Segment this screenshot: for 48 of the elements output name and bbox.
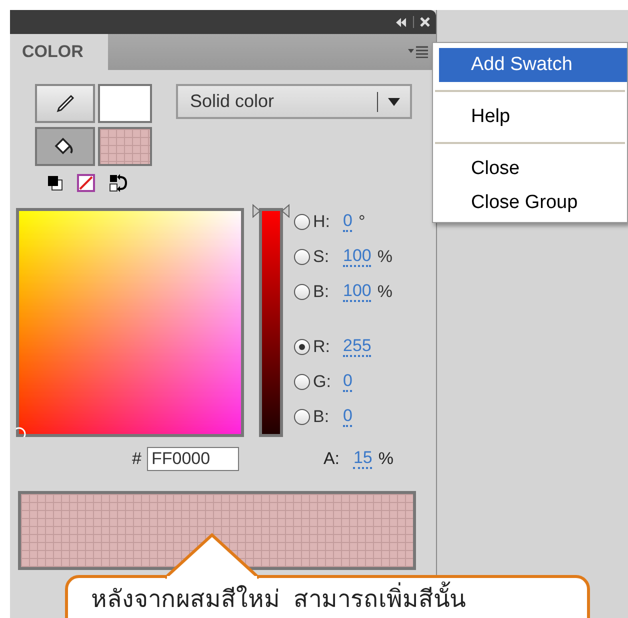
channel-label: S: xyxy=(313,246,330,268)
channel-value[interactable]: 100 xyxy=(343,282,372,302)
channel-label: R: xyxy=(313,336,331,358)
hex-input[interactable]: FF0000 xyxy=(147,447,240,471)
radio-button[interactable] xyxy=(294,214,310,230)
channel-label: G: xyxy=(313,370,332,393)
radio-button[interactable] xyxy=(294,284,310,300)
channel-value[interactable]: 0 xyxy=(343,212,352,232)
stroke-color-swatch[interactable] xyxy=(98,84,152,123)
channel-value[interactable]: 0 xyxy=(343,372,352,392)
alpha-value[interactable]: 15 xyxy=(353,449,372,469)
channel-value[interactable]: 0 xyxy=(343,406,352,426)
paint-bucket-icon xyxy=(54,136,76,156)
callout-text: หลังจากผสมสีใหม่ สามารถเพิ่มสีนั้น xyxy=(91,582,466,618)
radio-button[interactable] xyxy=(294,408,310,424)
channel-label: B: xyxy=(313,406,330,428)
channel-value[interactable]: 255 xyxy=(343,336,372,356)
alpha-label: A: xyxy=(323,448,341,470)
no-color-icon[interactable] xyxy=(77,174,95,192)
radio-button[interactable] xyxy=(294,374,310,390)
default-colors-icon[interactable] xyxy=(47,175,63,191)
panel-menu-icon[interactable] xyxy=(408,46,428,58)
unit-label: ° xyxy=(358,210,366,233)
menu-item[interactable]: Close Group xyxy=(439,186,627,220)
channel-value[interactable]: 100 xyxy=(343,246,372,266)
fill-color-swatch[interactable] xyxy=(98,127,152,166)
collapse-icon[interactable] xyxy=(395,18,407,26)
radio-button[interactable] xyxy=(294,338,310,354)
color-tab[interactable]: COLOR xyxy=(10,34,108,70)
swap-colors-icon[interactable] xyxy=(109,174,129,192)
unit-label: % xyxy=(377,246,392,268)
unit-label: % xyxy=(377,280,392,303)
channel-label: H: xyxy=(313,210,331,233)
slider-handle[interactable] xyxy=(252,204,290,218)
unit-label: % xyxy=(378,448,394,470)
fill-type-dropdown[interactable]: Solid color xyxy=(176,84,412,119)
menu-item[interactable]: Add Swatch xyxy=(439,48,627,82)
radio-button[interactable] xyxy=(294,248,310,264)
fill-tool-button[interactable] xyxy=(35,127,95,166)
hex-label: # xyxy=(132,448,142,470)
menu-item[interactable]: Help xyxy=(439,100,627,134)
close-icon[interactable] xyxy=(420,17,430,27)
channel-label: B: xyxy=(313,280,330,303)
dropdown-arrow-icon xyxy=(388,98,400,106)
stroke-tool-button[interactable] xyxy=(35,84,95,123)
menu-item[interactable]: Close xyxy=(439,152,627,186)
color-field[interactable] xyxy=(16,208,244,437)
pencil-icon xyxy=(55,94,75,114)
